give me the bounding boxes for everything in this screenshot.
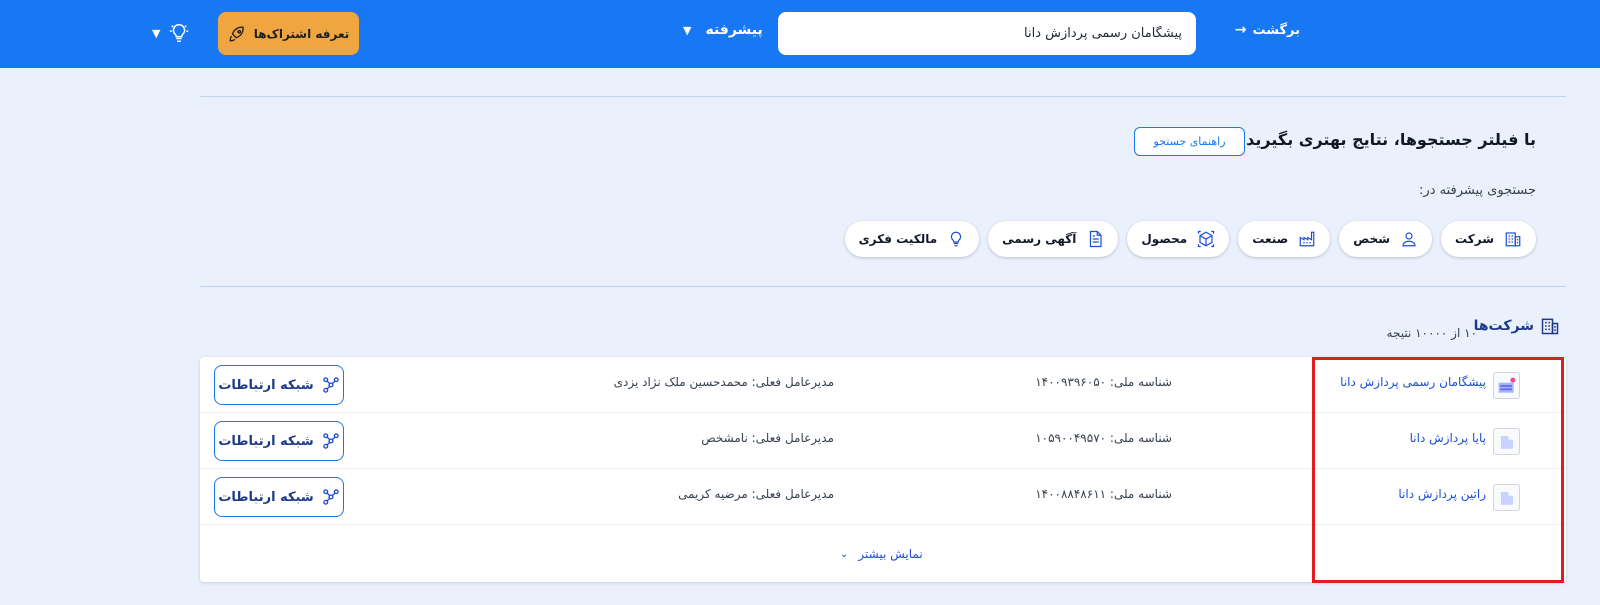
category-chips: شرکت شخص صنعت محصول آگهی رسمی مالکیت فکر… xyxy=(844,221,1536,257)
current-ceo: مدیرعامل فعلی: نامشخص xyxy=(701,431,834,445)
lightbulb-icon xyxy=(951,231,962,247)
current-ceo: مدیرعامل فعلی: محمدحسین ملک نژاد یزدی xyxy=(613,375,834,389)
product-box-icon xyxy=(1198,230,1215,248)
current-ceo: مدیرعامل فعلی: مرضیه کریمی xyxy=(678,487,834,501)
filter-title: با فیلتر جستجوها، نتایج بهتری بگیرید xyxy=(1246,130,1536,149)
network-icon xyxy=(322,377,339,393)
building-icon xyxy=(1505,232,1521,247)
top-header: ▼ تعرفه اشتراک‌ها ▼ پیشرفته برگشت → xyxy=(0,0,1600,68)
search-box[interactable] xyxy=(778,12,1196,55)
chip-industry[interactable]: صنعت xyxy=(1238,221,1331,257)
national-id: شناسه ملی: ۱۴۰۰۸۸۴۸۶۱۱ xyxy=(1035,487,1172,501)
search-guide-button[interactable]: راهنمای جستجو xyxy=(1134,127,1245,156)
network-button[interactable]: شبکه ارتباطات xyxy=(214,365,344,405)
rocket-icon xyxy=(229,26,244,41)
subscription-label: تعرفه اشتراک‌ها xyxy=(253,26,350,41)
chip-official-notice[interactable]: آگهی رسمی xyxy=(988,221,1119,257)
advanced-search-dropdown[interactable]: ▼ پیشرفته xyxy=(683,22,763,38)
lightbulb-icon xyxy=(170,24,189,42)
result-count: ۱۰ از ۱۰۰۰۰ نتیجه xyxy=(1386,326,1477,340)
national-id: شناسه ملی: ۱۰۵۹۰۰۴۹۵۷۰ xyxy=(1035,431,1172,445)
chevron-down-icon: ▼ xyxy=(152,26,161,40)
search-input[interactable] xyxy=(778,26,1182,41)
advanced-in-label: جستجوی پیشرفته در: xyxy=(1419,183,1536,198)
network-icon xyxy=(322,489,339,505)
chevron-down-icon: ⌄ xyxy=(840,548,849,560)
chip-person[interactable]: شخص xyxy=(1339,221,1433,257)
back-label: برگشت xyxy=(1252,22,1300,38)
network-button[interactable]: شبکه ارتباطات xyxy=(214,477,344,517)
subscription-button[interactable]: تعرفه اشتراک‌ها xyxy=(218,12,359,55)
network-icon xyxy=(322,433,339,449)
divider xyxy=(200,286,1566,287)
factory-icon xyxy=(1299,231,1315,247)
building-icon xyxy=(1541,318,1559,335)
national-id: شناسه ملی: ۱۴۰۰۹۳۹۶۰۵۰ xyxy=(1035,375,1172,389)
chip-company[interactable]: شرکت xyxy=(1441,221,1536,257)
chip-intellectual-property[interactable]: مالکیت فکری xyxy=(844,221,980,257)
person-icon xyxy=(1402,232,1416,247)
divider xyxy=(200,96,1566,97)
theme-toggle[interactable]: ▼ xyxy=(152,22,190,44)
arrow-right-icon: → xyxy=(1234,22,1247,38)
chip-product[interactable]: محصول xyxy=(1127,221,1230,257)
chevron-down-icon: ▼ xyxy=(683,23,692,37)
show-more-button[interactable]: نمایش بیشتر ⌄ xyxy=(840,547,923,561)
highlight-box xyxy=(1312,357,1564,583)
advanced-label: پیشرفته xyxy=(705,22,763,38)
back-link[interactable]: برگشت → xyxy=(1235,22,1300,38)
network-button[interactable]: شبکه ارتباطات xyxy=(214,421,344,461)
companies-section-title: شرکت‌ها xyxy=(1474,316,1560,336)
document-icon xyxy=(1090,230,1102,248)
